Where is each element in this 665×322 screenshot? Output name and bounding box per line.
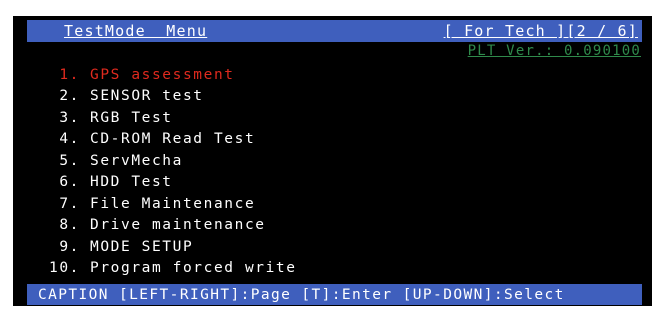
header-bar: TestMode Menu [ For Tech ][2 / 6]: [27, 20, 642, 42]
menu-item-number: 9.: [59, 238, 80, 255]
page-indicator: [ For Tech ][2 / 6]: [443, 22, 638, 40]
menu-item-number: 8.: [59, 217, 80, 234]
menu-item-hdd-test[interactable]: 6. HDD Test: [46, 172, 297, 194]
menu-item-label: RGB Test: [90, 109, 173, 126]
menu-item-number: 5.: [59, 152, 80, 169]
menu-item-mode-setup[interactable]: 9. MODE SETUP: [46, 236, 297, 258]
menu-item-label: GPS assessment: [90, 66, 235, 83]
menu-item-label: SENSOR test: [90, 88, 204, 105]
test-menu: 1. GPS assessment 2. SENSOR test 3. RGB Tes…: [46, 64, 297, 279]
menu-item-label: CD-ROM Read Test: [90, 131, 256, 148]
menu-item-label: ServMecha: [90, 152, 183, 169]
menu-item-program-forced-write[interactable]: 10. Program forced write: [46, 258, 297, 280]
menu-item-label: Drive maintenance: [90, 217, 266, 234]
caption-bar: CAPTION [LEFT-RIGHT]:Page [T]:Enter [UP-…: [27, 284, 642, 305]
version-label: PLT Ver.: 0.090100: [467, 43, 641, 59]
menu-item-number: 3.: [59, 109, 80, 126]
menu-item-number: 6.: [59, 174, 80, 191]
menu-item-label: Program forced write: [90, 260, 297, 277]
menu-item-number: 4.: [59, 131, 80, 148]
menu-item-file-maintenance[interactable]: 7. File Maintenance: [46, 193, 297, 215]
menu-item-drive-maintenance[interactable]: 8. Drive maintenance: [46, 215, 297, 237]
menu-item-label: File Maintenance: [90, 195, 256, 212]
menu-item-label: MODE SETUP: [90, 238, 194, 255]
menu-title: TestMode Menu: [64, 22, 208, 40]
menu-item-sensor-test[interactable]: 2. SENSOR test: [46, 86, 297, 108]
menu-item-label: HDD Test: [90, 174, 173, 191]
menu-item-number: 7.: [59, 195, 80, 212]
test-mode-screen: TestMode Menu [ For Tech ][2 / 6] PLT Ve…: [13, 16, 652, 306]
menu-item-rgb-test[interactable]: 3. RGB Test: [46, 107, 297, 129]
menu-item-number: 2.: [59, 88, 80, 105]
menu-item-number: 10.: [49, 260, 80, 277]
menu-item-gps-assessment[interactable]: 1. GPS assessment: [46, 64, 297, 86]
menu-item-cd-rom-read-test[interactable]: 4. CD-ROM Read Test: [46, 129, 297, 151]
menu-item-servmecha[interactable]: 5. ServMecha: [46, 150, 297, 172]
menu-item-number: 1.: [59, 66, 80, 83]
